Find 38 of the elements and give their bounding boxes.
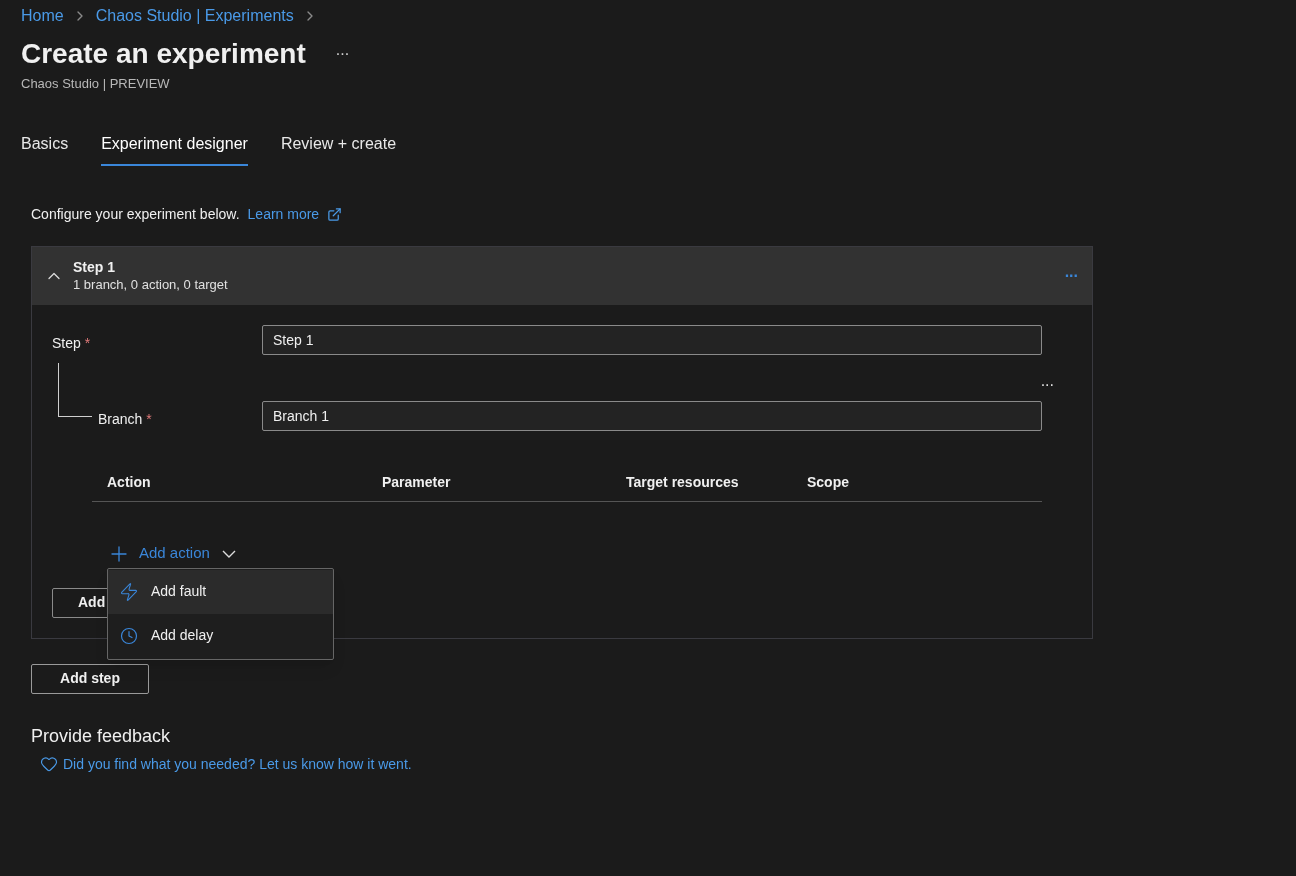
intro-text: Configure your experiment below. (31, 204, 240, 224)
branch-label: Branch (98, 409, 143, 429)
tab[interactable]: Basics (21, 127, 69, 166)
required-mark: * (146, 409, 152, 429)
tab[interactable]: Experiment designer (101, 127, 248, 166)
menu-item[interactable]: Add fault (108, 569, 333, 614)
step-summary: 1 branch, 0 action, 0 target (73, 275, 228, 294)
lightning-icon (119, 581, 139, 602)
clock-icon (120, 626, 138, 645)
column-header: Scope (807, 472, 849, 492)
tab[interactable]: Review + create (280, 127, 397, 166)
add-action-button[interactable]: Add action (107, 541, 236, 566)
chevron-down-icon (221, 549, 236, 558)
step-title: Step 1 (73, 257, 116, 276)
heart-icon (40, 755, 58, 773)
external-link-icon (327, 206, 343, 222)
required-mark: * (84, 333, 91, 353)
learn-more-link[interactable]: Learn more (247, 203, 320, 225)
step-input-field[interactable]: Step 1 (262, 324, 1042, 355)
step-header[interactable]: Step 1 1 branch, 0 action, 0 target ... (32, 246, 1092, 305)
more-options-button[interactable]: ... (335, 42, 350, 66)
page-subtitle: Chaos Studio | PREVIEW (20, 75, 171, 93)
menu-item-label: Add fault (151, 582, 207, 601)
branch-more-button[interactable]: ... (1040, 370, 1054, 391)
breadcrumb-link[interactable]: Chaos Studio | Experiments (95, 4, 294, 28)
column-header: Parameter (382, 472, 452, 492)
column-header: Action (107, 472, 152, 492)
menu-item-label: Add delay (151, 626, 214, 645)
column-header: Target resources (626, 472, 740, 492)
feedback-heading: Provide feedback (31, 724, 172, 748)
feedback-link[interactable]: Did you find what you needed? Let us know how it went. (63, 753, 412, 775)
breadcrumb-link[interactable]: Home (21, 4, 64, 28)
branch-input-field[interactable]: Branch 1 (262, 400, 1042, 431)
step-label: Step (52, 333, 81, 353)
add-step-button[interactable]: Add step (31, 663, 149, 694)
menu-item[interactable]: Add delay (108, 613, 333, 658)
tree-connector-line (58, 362, 92, 417)
page-title: Create an experiment (21, 37, 306, 71)
